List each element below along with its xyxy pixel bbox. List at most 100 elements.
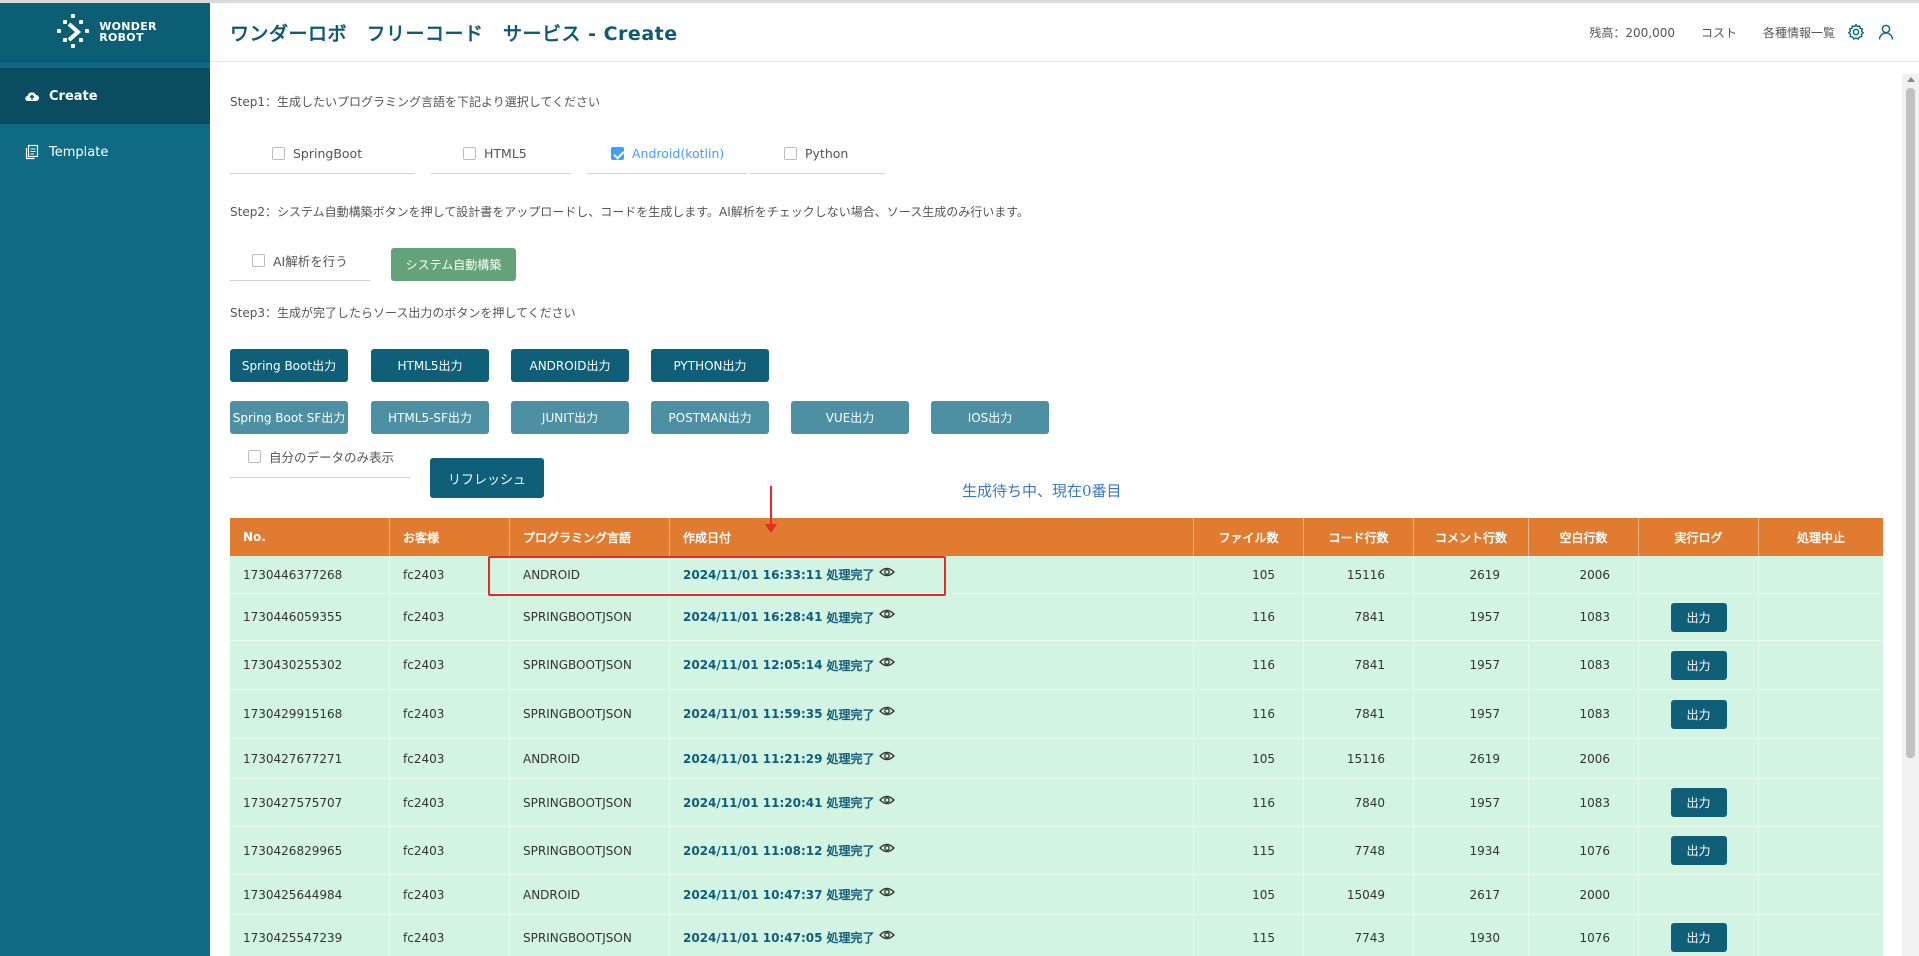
log-export-button[interactable]: 出力 <box>1670 602 1727 632</box>
checkbox[interactable] <box>248 450 261 463</box>
auto-build-button[interactable]: システム自動構築 <box>391 248 516 281</box>
log-export-button[interactable]: 出力 <box>1670 699 1727 729</box>
cell-comment-lines: 1957 <box>1414 690 1529 738</box>
log-export-button[interactable]: 出力 <box>1670 923 1727 952</box>
scroll-up-arrow-icon[interactable] <box>1907 77 1915 82</box>
cell-comment-lines: 1957 <box>1414 641 1529 689</box>
lang-option-python[interactable]: Python <box>750 134 885 174</box>
gear-icon[interactable] <box>1847 23 1865 41</box>
date-link[interactable]: 2024/11/01 16:33:11 <box>683 568 822 582</box>
eye-icon[interactable] <box>879 608 896 620</box>
date-link[interactable]: 2024/11/01 11:20:41 <box>683 796 822 810</box>
column-header: No. <box>230 518 390 556</box>
lang-option-springboot[interactable]: SpringBoot <box>230 134 415 174</box>
log-export-button[interactable]: 出力 <box>1670 650 1727 680</box>
cell-file-count: 105 <box>1194 875 1304 914</box>
cell-created-date: 2024/11/01 11:21:29 処理完了 <box>670 739 1194 778</box>
cell-file-count: 105 <box>1194 556 1304 593</box>
html5-sf-export-button[interactable]: HTML5-SF出力 <box>371 401 489 434</box>
python-export-button[interactable]: PYTHON出力 <box>651 349 769 382</box>
refresh-button[interactable]: リフレッシュ <box>430 458 544 498</box>
date-link[interactable]: 2024/11/01 12:05:14 <box>683 658 822 672</box>
cell-created-date: 2024/11/01 11:59:35 処理完了 <box>670 690 1194 738</box>
checkbox-checked[interactable] <box>611 147 624 160</box>
cell-created-date: 2024/11/01 11:08:12 処理完了 <box>670 827 1194 874</box>
springboot-export-button[interactable]: Spring Boot出力 <box>230 349 348 382</box>
checkbox[interactable] <box>784 147 797 160</box>
cell-customer: fc2403 <box>390 827 510 874</box>
cell-customer: fc2403 <box>390 779 510 826</box>
cell-comment-lines: 1957 <box>1414 594 1529 640</box>
status-text: 処理完了 <box>826 931 875 945</box>
log-export-button[interactable]: 出力 <box>1670 836 1727 865</box>
cell-code-lines: 15049 <box>1304 875 1414 914</box>
cell-code-lines: 7841 <box>1304 594 1414 640</box>
ios-export-button[interactable]: IOS出力 <box>931 401 1049 434</box>
cell-exec-log: 出力 <box>1639 779 1759 826</box>
cell-language: SPRINGBOOTJSON <box>510 915 670 956</box>
scrollbar-thumb[interactable] <box>1906 88 1915 758</box>
user-icon[interactable] <box>1877 23 1895 41</box>
status-text: 処理完了 <box>826 568 875 582</box>
checkbox[interactable] <box>272 147 285 160</box>
cell-blank-lines: 1083 <box>1529 690 1639 738</box>
date-link[interactable]: 2024/11/01 11:08:12 <box>683 844 822 858</box>
cell-no: 1730429915168 <box>230 690 390 738</box>
eye-icon[interactable] <box>879 929 896 941</box>
app-logo[interactable]: WONDER ROBOT <box>0 3 210 62</box>
cost-link[interactable]: コスト <box>1701 24 1737 41</box>
column-header: プログラミング言語 <box>510 518 670 556</box>
junit-export-button[interactable]: JUNIT出力 <box>511 401 629 434</box>
cell-comment-lines: 1930 <box>1414 915 1529 956</box>
status-text: 処理完了 <box>826 707 875 722</box>
checkbox[interactable] <box>463 147 476 160</box>
eye-icon[interactable] <box>879 566 896 578</box>
date-link[interactable]: 2024/11/01 11:21:29 <box>683 752 822 766</box>
log-export-button[interactable]: 出力 <box>1670 788 1727 817</box>
eye-icon[interactable] <box>879 750 896 762</box>
cell-created-date: 2024/11/01 16:33:11 処理完了 <box>670 556 1194 593</box>
vertical-scrollbar[interactable] <box>1902 74 1919 956</box>
ai-analysis-option[interactable]: AI解析を行う <box>230 241 370 281</box>
lang-option-html5[interactable]: HTML5 <box>431 134 571 174</box>
cell-exec-log: 出力 <box>1639 690 1759 738</box>
date-link[interactable]: 2024/11/01 16:28:41 <box>683 610 822 624</box>
status-text: 処理完了 <box>826 658 875 673</box>
sidebar-item-template[interactable]: Template <box>0 124 210 180</box>
eye-icon[interactable] <box>879 705 896 717</box>
cell-customer: fc2403 <box>390 690 510 738</box>
eye-icon[interactable] <box>879 794 896 806</box>
postman-export-button[interactable]: POSTMAN出力 <box>651 401 769 434</box>
column-header: 処理中止 <box>1796 530 1845 545</box>
lang-option-android[interactable]: Android(kotlin) <box>587 134 747 174</box>
column-header: 実行ログ <box>1639 518 1759 556</box>
cell-cancel <box>1759 779 1883 826</box>
info-list-link[interactable]: 各種情報一覧 <box>1763 24 1835 41</box>
date-link[interactable]: 2024/11/01 10:47:37 <box>683 888 822 902</box>
date-link[interactable]: 2024/11/01 11:59:35 <box>683 707 822 721</box>
sidebar-item-create[interactable]: Create <box>0 68 210 124</box>
cell-comment-lines: 1957 <box>1414 779 1529 826</box>
queue-status-annotation: 生成待ち中、現在0番目 <box>962 482 1122 500</box>
vue-export-button[interactable]: VUE出力 <box>791 401 909 434</box>
springboot-sf-export-button[interactable]: Spring Boot SF出力 <box>230 401 348 434</box>
eye-icon[interactable] <box>879 656 896 668</box>
html5-export-button[interactable]: HTML5出力 <box>371 349 489 382</box>
table-row: 1730446377268 fc2403 ANDROID 2024/11/01 16:… <box>230 556 1883 594</box>
cell-customer: fc2403 <box>390 641 510 689</box>
cell-code-lines: 7840 <box>1304 779 1414 826</box>
android-export-button[interactable]: ANDROID出力 <box>511 349 629 382</box>
cell-cancel <box>1759 556 1883 593</box>
column-header: 空白行数 <box>1529 518 1639 556</box>
cell-blank-lines: 1076 <box>1529 827 1639 874</box>
cell-blank-lines: 2000 <box>1529 875 1639 914</box>
date-link[interactable]: 2024/11/01 10:47:05 <box>683 931 822 945</box>
main-content: Step1：生成したいプログラミング言語を下記より選択してください Spring… <box>210 63 1900 956</box>
table-row: 1730425644984 fc2403 ANDROID 2024/11/01 10:… <box>230 875 1883 915</box>
logo-text: WONDER ROBOT <box>99 20 157 44</box>
my-data-only-option[interactable]: 自分のデータのみ表示 <box>230 436 410 478</box>
sidebar-item-label: Create <box>49 88 98 104</box>
eye-icon[interactable] <box>879 842 896 854</box>
eye-icon[interactable] <box>879 886 896 898</box>
checkbox[interactable] <box>252 254 265 267</box>
